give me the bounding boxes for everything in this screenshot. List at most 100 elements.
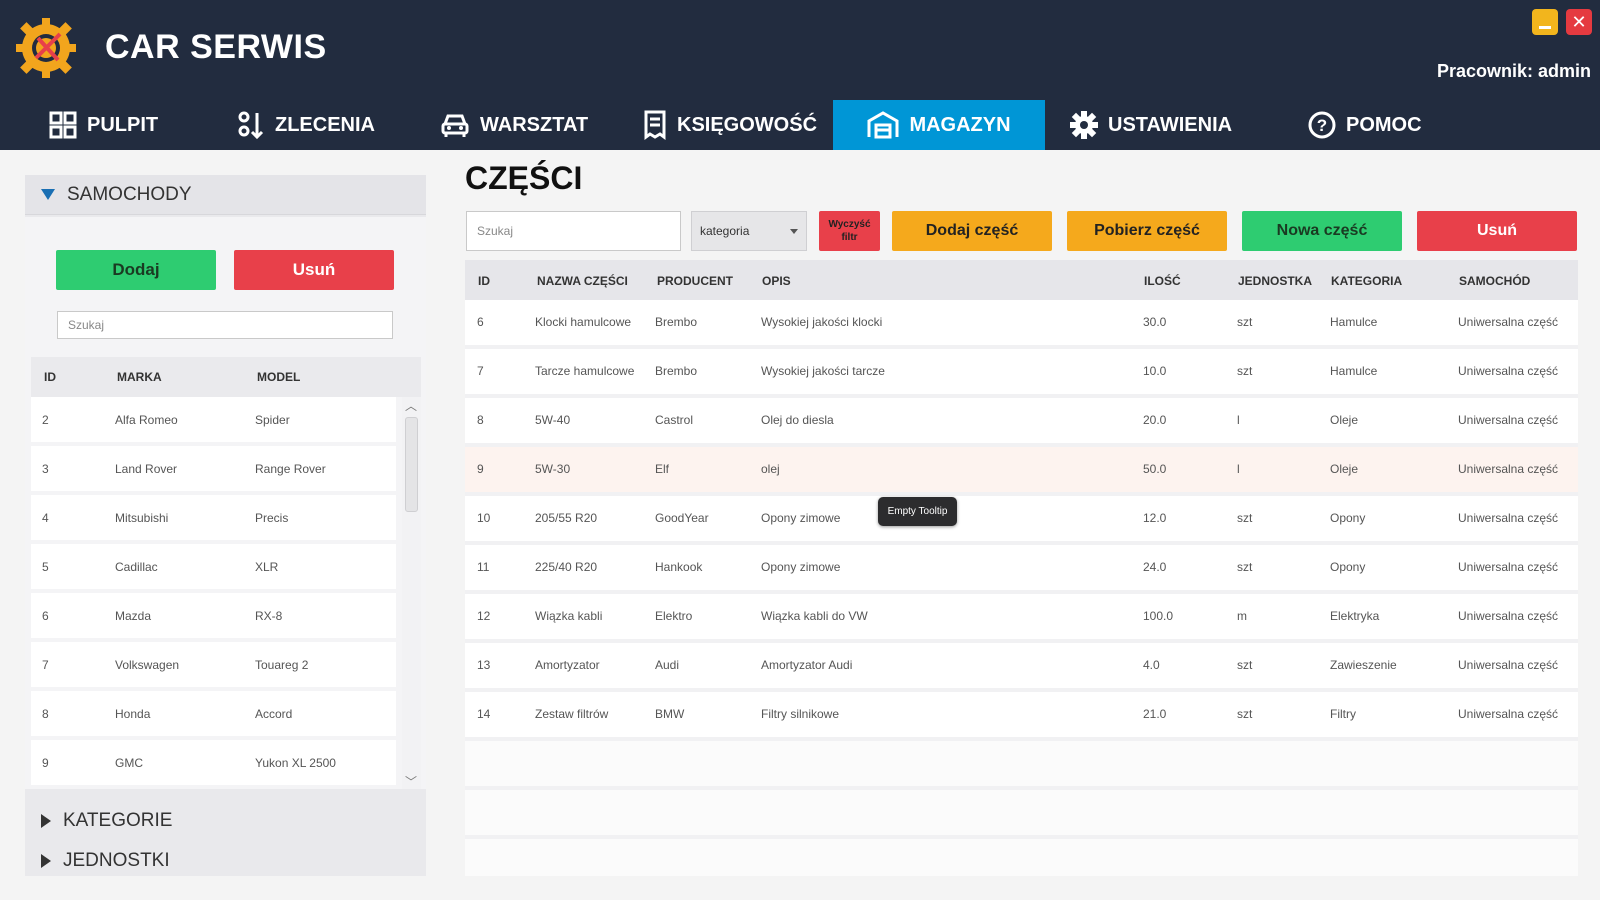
tab-pomoc-label: POMOC	[1346, 113, 1422, 136]
table-row[interactable]: 8 Honda Accord	[31, 691, 396, 736]
kategorie-accordion-header[interactable]: KATEGORIE	[25, 801, 426, 841]
column-header-kategoria[interactable]: KATEGORIA	[1331, 274, 1402, 288]
cell-samochod: Uniwersalna część	[1458, 707, 1559, 721]
parts-table: ID NAZWA CZĘŚCI PRODUCENT OPIS ILOŚĆ JED…	[465, 260, 1578, 876]
tab-ustawienia[interactable]: USTAWIENIA	[1070, 100, 1232, 150]
column-header-samochod[interactable]: SAMOCHÓD	[1459, 274, 1530, 288]
scroll-down-icon[interactable]: ﹀	[405, 773, 417, 789]
cell-nazwa: Amortyzator	[535, 658, 600, 672]
scrollbar-thumb[interactable]	[405, 417, 418, 512]
table-row[interactable]: 12 Wiązka kabli Elektro Wiązka kabli do VW 1…	[465, 594, 1578, 639]
tab-ustawienia-label: USTAWIENIA	[1108, 113, 1233, 136]
table-row[interactable]: 7 Volkswagen Touareg 2	[31, 642, 396, 687]
table-row[interactable]: 7 Tarcze hamulcowe Brembo Wysokiej jakości …	[465, 349, 1578, 394]
table-row[interactable]: 9 GMC Yukon XL 2500	[31, 740, 396, 785]
column-header-model[interactable]: MODEL	[257, 370, 300, 384]
table-row[interactable]: 6 Mazda RX-8	[31, 593, 396, 638]
cell-model: Accord	[255, 706, 293, 721]
cell-marka: Cadillac	[115, 559, 158, 574]
cell-ilosc: 100.0	[1143, 609, 1174, 623]
help-icon: ?	[1308, 111, 1336, 139]
column-header-id[interactable]: ID	[478, 274, 490, 288]
column-header-marka[interactable]: MARKA	[117, 370, 162, 384]
cell-opis: olej	[761, 462, 780, 476]
samochody-accordion-header[interactable]: SAMOCHODY	[25, 175, 426, 215]
sort-icon	[238, 111, 264, 140]
clear-filter-button[interactable]: Wyczyść filtr	[819, 211, 880, 251]
category-select[interactable]: kategoria	[691, 211, 807, 251]
cell-id: 13	[477, 658, 491, 672]
get-part-button[interactable]: Pobierz część	[1067, 211, 1227, 251]
cell-id: 6	[477, 315, 484, 329]
table-row[interactable]: 4 Mitsubishi Precis	[31, 495, 396, 540]
minimize-button[interactable]	[1532, 9, 1558, 35]
cell-jednostka: l	[1237, 413, 1240, 427]
table-row[interactable]: 9 5W-30 Elf olej 50.0 l Oleje Uniwersalna część	[465, 447, 1578, 492]
tab-zlecenia[interactable]: ZLECENIA	[237, 100, 375, 150]
cell-jednostka: szt	[1237, 707, 1253, 721]
add-car-button[interactable]: Dodaj	[56, 250, 216, 290]
new-part-button[interactable]: Nowa część	[1242, 211, 1402, 251]
cell-ilosc: 50.0	[1143, 462, 1167, 476]
cell-nazwa: Klocki hamulcowe	[535, 315, 632, 329]
cell-ilosc: 30.0	[1143, 315, 1167, 329]
tab-pulpit-label: PULPIT	[87, 113, 159, 136]
column-header-opis[interactable]: OPIS	[762, 274, 791, 288]
table-row[interactable]: 3 Land Rover Range Rover	[31, 446, 396, 491]
cell-opis: Opony zimowe	[761, 560, 841, 574]
table-row[interactable]: 14 Zestaw filtrów BMW Filtry silnikowe 21.0 s…	[465, 692, 1578, 737]
cell-samochod: Uniwersalna część	[1458, 315, 1559, 329]
car-search-input[interactable]: Szukaj	[57, 311, 393, 339]
cell-jednostka: l	[1237, 462, 1240, 476]
table-row[interactable]: 11 225/40 R20 Hankook Opony zimowe 24.0 szt Op…	[465, 545, 1578, 590]
tab-pulpit[interactable]: PULPIT	[49, 100, 158, 150]
column-header-nazwa[interactable]: NAZWA CZĘŚCI	[537, 274, 628, 288]
cell-marka: Honda	[115, 706, 151, 721]
cell-model: Touareg 2	[255, 657, 309, 672]
jednostki-accordion-header[interactable]: JEDNOSTKI	[25, 841, 426, 881]
app-title: CAR SERWIS	[105, 28, 327, 66]
cell-model: Spider	[255, 412, 290, 427]
parts-search-input[interactable]: Szukaj	[466, 211, 681, 251]
tab-magazyn-label: MAGAZYN	[909, 113, 1011, 136]
tab-ksiegowosc[interactable]: KSIĘGOWOŚĆ	[643, 100, 817, 150]
jednostki-label: JEDNOSTKI	[63, 850, 170, 871]
cell-samochod: Uniwersalna część	[1458, 658, 1559, 672]
cell-producent: Castrol	[655, 413, 694, 427]
close-button[interactable]: ✕	[1566, 9, 1592, 35]
cars-table-scrollbar[interactable]: ︿ ﹀	[402, 397, 421, 789]
cell-marka: Land Rover	[115, 461, 178, 476]
cell-id: 8	[42, 706, 49, 721]
tab-magazyn[interactable]: MAGAZYN	[833, 100, 1045, 150]
table-row[interactable]: 10 205/55 R20 GoodYear Opony zimowe 12.0 szt O…	[465, 496, 1578, 541]
cell-jednostka: szt	[1237, 364, 1253, 378]
cell-kategoria: Opony	[1330, 511, 1366, 525]
cell-ilosc: 4.0	[1143, 658, 1160, 672]
delete-car-button[interactable]: Usuń	[234, 250, 394, 290]
column-header-ilosc[interactable]: ILOŚĆ	[1144, 274, 1181, 288]
table-row[interactable]: 6 Klocki hamulcowe Brembo Wysokiej jakości …	[465, 300, 1578, 345]
cell-model: RX-8	[255, 608, 283, 623]
svg-text:?: ?	[1317, 116, 1327, 135]
cell-id: 10	[477, 511, 491, 525]
table-row[interactable]: 13 Amortyzator Audi Amortyzator Audi 4.0 szt…	[465, 643, 1578, 688]
cell-jednostka: szt	[1237, 315, 1253, 329]
table-row[interactable]: 8 5W-40 Castrol Olej do diesla 20.0 l Oleje Uni…	[465, 398, 1578, 443]
minimize-icon	[1539, 25, 1551, 29]
cell-id: 6	[42, 608, 49, 623]
table-row[interactable]: 5 Cadillac XLR	[31, 544, 396, 589]
category-select-value: kategoria	[700, 224, 750, 238]
add-part-button[interactable]: Dodaj część	[892, 211, 1052, 251]
scroll-up-icon[interactable]: ︿	[405, 397, 417, 414]
column-header-id[interactable]: ID	[44, 370, 56, 384]
tab-pomoc[interactable]: ? POMOC	[1308, 100, 1422, 150]
column-header-jednostka[interactable]: JEDNOSTKA	[1238, 274, 1312, 288]
cell-opis: Filtry silnikowe	[761, 707, 840, 721]
table-row[interactable]: 2 Alfa Romeo Spider	[31, 397, 396, 442]
cars-table-header: ID MARKA MODEL	[31, 357, 421, 397]
column-header-producent[interactable]: PRODUCENT	[657, 274, 733, 288]
delete-part-button[interactable]: Usuń	[1417, 211, 1577, 251]
cell-model: Precis	[255, 510, 289, 525]
cell-marka: GMC	[115, 755, 143, 770]
tab-warsztat[interactable]: WARSZTAT	[440, 100, 588, 150]
